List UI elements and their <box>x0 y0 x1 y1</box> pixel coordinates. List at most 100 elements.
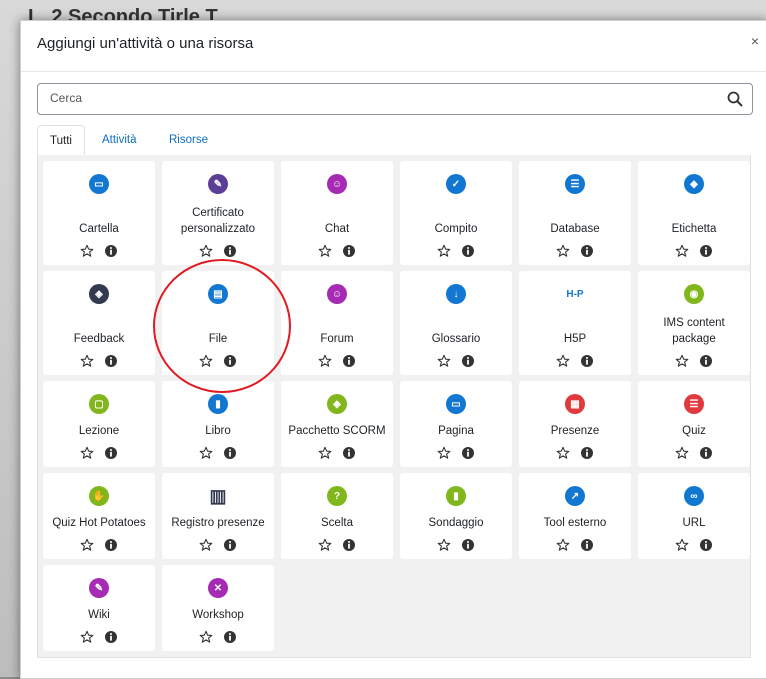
info-icon[interactable] <box>699 244 713 258</box>
star-icon[interactable] <box>675 354 689 368</box>
star-icon[interactable] <box>437 244 451 258</box>
star-icon[interactable] <box>318 538 332 552</box>
activity-card-scelta[interactable]: ? Scelta <box>281 473 393 559</box>
activity-card-libro[interactable]: ▮ Libro <box>162 381 274 467</box>
star-icon[interactable] <box>437 538 451 552</box>
info-icon[interactable] <box>104 630 118 644</box>
info-icon[interactable] <box>223 446 237 460</box>
activity-card-compito[interactable]: ✓ Compito <box>400 161 512 265</box>
info-icon[interactable] <box>342 244 356 258</box>
external-tool-icon: ↗ <box>565 486 585 506</box>
pencil-icon: ✎ <box>89 578 109 598</box>
activity-card-pagina[interactable]: ▭ Pagina <box>400 381 512 467</box>
activity-card-tool-esterno[interactable]: ↗ Tool esterno <box>519 473 631 559</box>
activity-card-wiki[interactable]: ✎ Wiki <box>43 565 155 651</box>
activity-card-ims-content-package[interactable]: ◉ IMS content package <box>638 271 750 375</box>
activity-card-h5p[interactable]: H-P H5P <box>519 271 631 375</box>
search-box <box>37 83 753 115</box>
info-icon[interactable] <box>461 538 475 552</box>
star-icon[interactable] <box>80 244 94 258</box>
star-icon[interactable] <box>556 244 570 258</box>
info-icon[interactable] <box>580 244 594 258</box>
star-icon[interactable] <box>80 446 94 460</box>
info-icon[interactable] <box>342 446 356 460</box>
activity-card-sondaggio[interactable]: ▮ Sondaggio <box>400 473 512 559</box>
star-icon[interactable] <box>556 354 570 368</box>
info-icon[interactable] <box>223 630 237 644</box>
star-icon[interactable] <box>318 244 332 258</box>
activity-card-label: Cartella <box>79 223 119 235</box>
star-icon[interactable] <box>199 630 213 644</box>
activity-card-label: Etichetta <box>671 223 717 235</box>
info-icon[interactable] <box>104 354 118 368</box>
activity-card-forum[interactable]: ☺ Forum <box>281 271 393 375</box>
info-icon[interactable] <box>699 354 713 368</box>
star-icon[interactable] <box>675 538 689 552</box>
star-icon[interactable] <box>318 354 332 368</box>
star-icon[interactable] <box>556 446 570 460</box>
star-icon[interactable] <box>437 446 451 460</box>
star-icon[interactable] <box>675 446 689 460</box>
info-icon[interactable] <box>223 538 237 552</box>
info-icon[interactable] <box>223 244 237 258</box>
activity-card-database[interactable]: ☰ Database <box>519 161 631 265</box>
star-icon[interactable] <box>199 538 213 552</box>
info-icon[interactable] <box>461 354 475 368</box>
page-icon: ▭ <box>446 394 466 414</box>
star-icon[interactable] <box>199 446 213 460</box>
star-icon[interactable] <box>80 354 94 368</box>
tab-attivita[interactable]: Attività <box>90 125 149 155</box>
activity-card-label: Libro <box>205 425 231 437</box>
activity-card-pacchetto-scorm[interactable]: ◈ Pacchetto SCORM <box>281 381 393 467</box>
star-icon[interactable] <box>80 538 94 552</box>
activity-card-glossario[interactable]: ↓ Glossario <box>400 271 512 375</box>
info-icon[interactable] <box>104 446 118 460</box>
tab-risorse[interactable]: Risorse <box>157 125 220 155</box>
activity-card-label: Lezione <box>78 425 120 437</box>
star-icon[interactable] <box>675 244 689 258</box>
activity-card-presenze[interactable]: ▦ Presenze <box>519 381 631 467</box>
activity-card-actions <box>400 352 512 368</box>
star-icon[interactable] <box>437 354 451 368</box>
activity-card-registro-presenze[interactable]: ▥ Registro presenze <box>162 473 274 559</box>
activity-card-file[interactable]: ▤ File <box>162 271 274 375</box>
activity-card-chat[interactable]: ☺ Chat <box>281 161 393 265</box>
info-icon[interactable] <box>104 538 118 552</box>
sort-icon: ↓ <box>446 284 466 304</box>
info-icon[interactable] <box>580 538 594 552</box>
star-icon[interactable] <box>318 446 332 460</box>
activity-card-feedback[interactable]: ◈ Feedback <box>43 271 155 375</box>
activity-card-lezione[interactable]: ▢ Lezione <box>43 381 155 467</box>
close-button[interactable]: × <box>751 33 759 49</box>
tab-tutti[interactable]: Tutti <box>37 125 85 157</box>
activity-card-actions <box>43 352 155 368</box>
info-icon[interactable] <box>461 446 475 460</box>
attendance-icon: ▦ <box>565 394 585 414</box>
info-icon[interactable] <box>342 354 356 368</box>
activity-card-url[interactable]: ∞ URL <box>638 473 750 559</box>
activity-card-label: URL <box>682 517 706 529</box>
star-icon[interactable] <box>80 630 94 644</box>
activity-card-actions <box>638 352 750 368</box>
info-icon[interactable] <box>223 354 237 368</box>
info-icon[interactable] <box>699 446 713 460</box>
activity-card-cartella[interactable]: ▭ Cartella <box>43 161 155 265</box>
search-icon[interactable] <box>726 90 744 108</box>
star-icon[interactable] <box>199 244 213 258</box>
activity-card-actions <box>519 242 631 258</box>
info-icon[interactable] <box>104 244 118 258</box>
info-icon[interactable] <box>461 244 475 258</box>
activity-card-etichetta[interactable]: ◆ Etichetta <box>638 161 750 265</box>
info-icon[interactable] <box>580 446 594 460</box>
info-icon[interactable] <box>699 538 713 552</box>
star-icon[interactable] <box>556 538 570 552</box>
info-icon[interactable] <box>580 354 594 368</box>
info-icon[interactable] <box>342 538 356 552</box>
presentation-icon: ▢ <box>89 394 109 414</box>
search-input[interactable] <box>48 90 712 106</box>
activity-card-certificato-personalizzato[interactable]: ✎ Certificato personalizzato <box>162 161 274 265</box>
activity-card-quiz[interactable]: ☰ Quiz <box>638 381 750 467</box>
activity-card-workshop[interactable]: ✕ Workshop <box>162 565 274 651</box>
star-icon[interactable] <box>199 354 213 368</box>
activity-card-quiz-hot-potatoes[interactable]: ✋ Quiz Hot Potatoes <box>43 473 155 559</box>
